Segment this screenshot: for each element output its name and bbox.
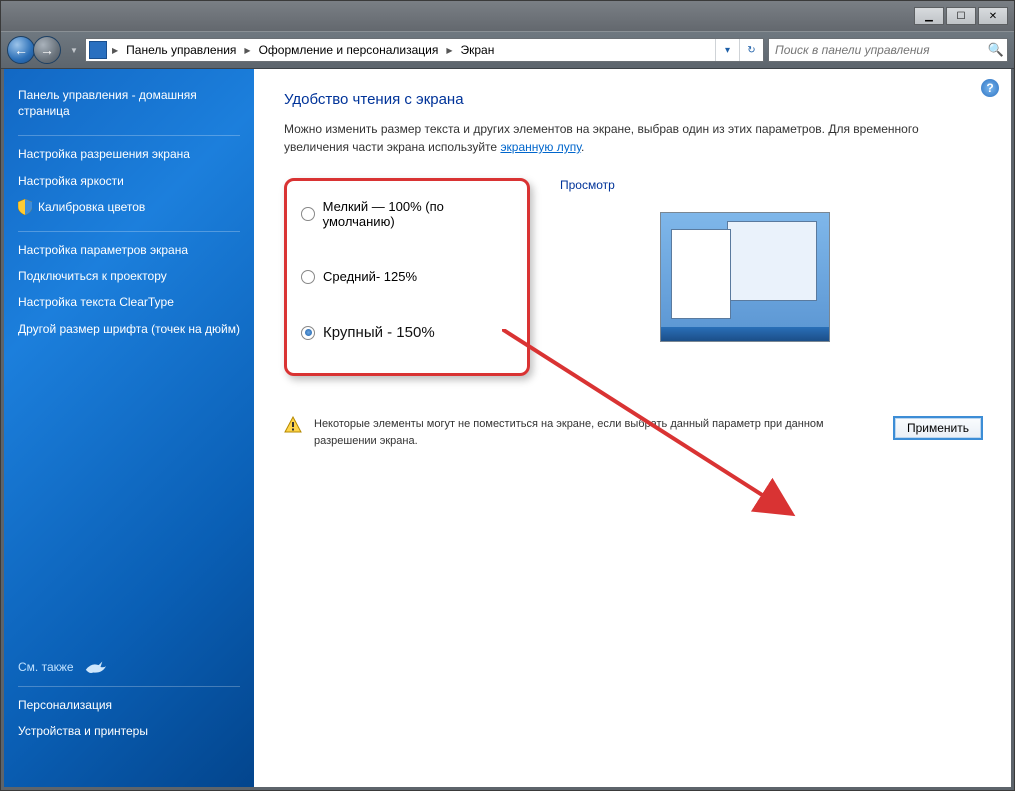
breadcrumb-seg[interactable]: Оформление и персонализация xyxy=(253,39,445,61)
address-dropdown[interactable]: ▾ xyxy=(715,39,739,61)
nav-history-dropdown[interactable]: ▼ xyxy=(67,37,81,63)
main-panel: ? Удобство чтения с экрана Можно изменит… xyxy=(254,69,1011,787)
radio-icon xyxy=(301,270,315,284)
sidebar-link-devices[interactable]: Устройства и принтеры xyxy=(18,723,240,739)
desc-text: . xyxy=(581,140,584,154)
sidebar-link-calibration[interactable]: Калибровка цветов xyxy=(18,199,240,215)
separator xyxy=(18,686,240,687)
desc-text: Можно изменить размер текста и других эл… xyxy=(284,122,919,154)
sidebar-link-projector[interactable]: Подключиться к проектору xyxy=(18,268,240,284)
sidebar-link-dpi[interactable]: Другой размер шрифта (точек на дюйм) xyxy=(18,321,240,337)
control-panel-icon xyxy=(89,41,107,59)
content-area: Панель управления - домашняя страница На… xyxy=(1,69,1014,790)
separator xyxy=(18,231,240,232)
radio-option-large[interactable]: Крупный - 150% xyxy=(301,324,513,341)
preview-label: Просмотр xyxy=(560,178,983,192)
refresh-icon[interactable]: ↻ xyxy=(739,39,763,61)
separator xyxy=(18,135,240,136)
titlebar: ▁ ☐ ✕ xyxy=(1,1,1014,31)
see-also-header: См. также xyxy=(18,658,240,676)
sidebar-link-brightness[interactable]: Настройка яркости xyxy=(18,173,240,189)
chevron-right-icon: ▶ xyxy=(444,46,454,55)
nav-toolbar: ← → ▼ ▶ Панель управления ▶ Оформление и… xyxy=(1,31,1014,69)
page-title: Удобство чтения с экрана xyxy=(284,91,983,108)
radio-icon xyxy=(301,326,315,340)
chevron-right-icon: ▶ xyxy=(242,46,252,55)
back-button[interactable]: ← xyxy=(7,36,35,64)
radio-label: Средний- 125% xyxy=(323,269,417,284)
radio-label: Крупный - 150% xyxy=(323,324,435,341)
scale-radio-group: Мелкий — 100% (по умолчанию) Средний- 12… xyxy=(284,178,530,376)
sidebar-link-personalization[interactable]: Персонализация xyxy=(18,697,240,713)
sidebar-link-cleartype[interactable]: Настройка текста ClearType xyxy=(18,294,240,310)
shield-icon xyxy=(18,199,32,215)
help-icon[interactable]: ? xyxy=(981,79,999,97)
magnifier-link[interactable]: экранную лупу xyxy=(500,140,581,154)
breadcrumb-seg[interactable]: Панель управления xyxy=(120,39,242,61)
sidebar: Панель управления - домашняя страница На… xyxy=(4,69,254,787)
address-bar[interactable]: ▶ Панель управления ▶ Оформление и персо… xyxy=(85,38,764,62)
radio-option-small[interactable]: Мелкий — 100% (по умолчанию) xyxy=(301,199,513,229)
chevron-right-icon: ▶ xyxy=(110,46,120,55)
warning-text: Некоторые элементы могут не поместиться … xyxy=(314,416,881,449)
forward-button[interactable]: → xyxy=(33,36,61,64)
search-icon[interactable]: 🔍 xyxy=(985,42,1007,58)
radio-icon xyxy=(301,207,315,221)
window: ▁ ☐ ✕ ← → ▼ ▶ Панель управления ▶ Оформл… xyxy=(0,0,1015,791)
sidebar-link-resolution[interactable]: Настройка разрешения экрана xyxy=(18,146,240,162)
warning-row: Некоторые элементы могут не поместиться … xyxy=(284,416,983,449)
minimize-button[interactable]: ▁ xyxy=(914,7,944,25)
radio-option-medium[interactable]: Средний- 125% xyxy=(301,269,513,284)
sidebar-home[interactable]: Панель управления - домашняя страница xyxy=(18,87,240,119)
dove-icon xyxy=(84,658,106,676)
see-also-label: См. также xyxy=(18,660,74,674)
sidebar-link-label: Калибровка цветов xyxy=(38,199,145,215)
search-input[interactable] xyxy=(769,43,985,57)
maximize-button[interactable]: ☐ xyxy=(946,7,976,25)
search-box[interactable]: 🔍 xyxy=(768,38,1008,62)
close-button[interactable]: ✕ xyxy=(978,7,1008,25)
radio-label: Мелкий — 100% (по умолчанию) xyxy=(323,199,513,229)
warning-icon xyxy=(284,416,302,434)
preview-image xyxy=(660,212,830,342)
sidebar-link-display-settings[interactable]: Настройка параметров экрана xyxy=(18,242,240,258)
breadcrumb-seg[interactable]: Экран xyxy=(454,39,500,61)
apply-button[interactable]: Применить xyxy=(893,416,983,440)
page-description: Можно изменить размер текста и других эл… xyxy=(284,120,983,156)
preview-column: Просмотр xyxy=(560,178,983,342)
